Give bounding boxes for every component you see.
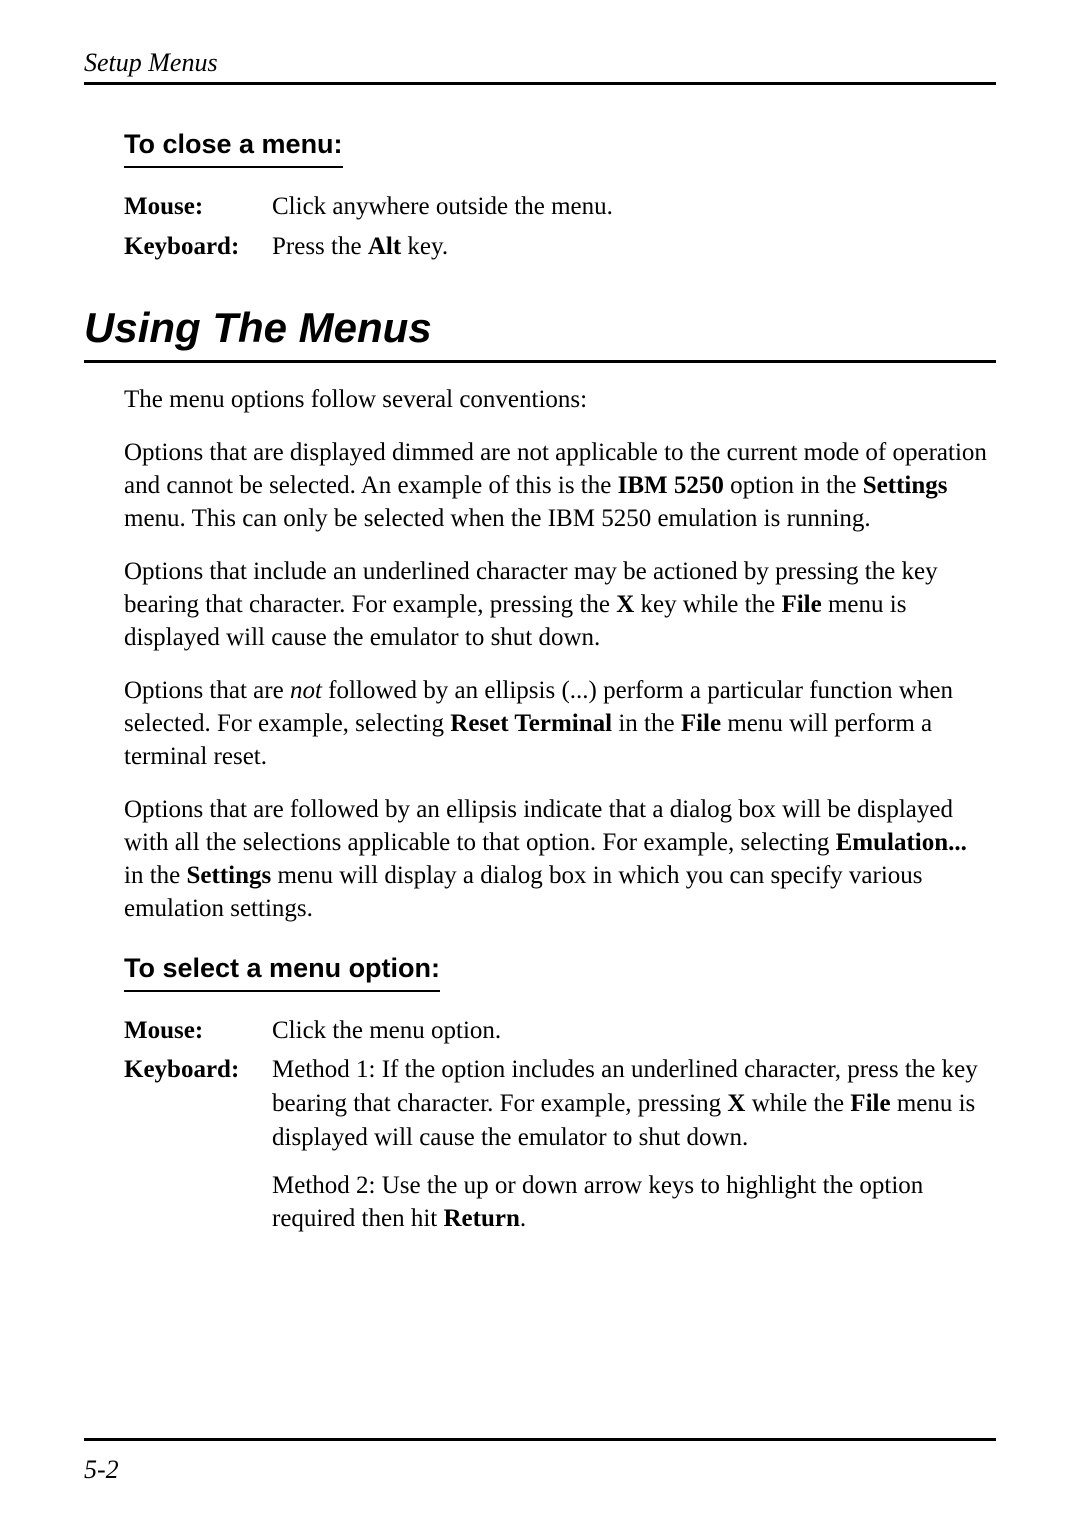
paragraph-dimmed: Options that are displayed dimmed are no…	[124, 436, 988, 535]
label-mouse: Mouse:	[124, 190, 254, 224]
text: Method 2: Use the up or down arrow keys …	[272, 1172, 923, 1233]
term-file: File	[781, 591, 821, 618]
paragraph-ellipsis: Options that are followed by an ellipsis…	[124, 793, 988, 925]
term-file: File	[681, 710, 721, 737]
text: while the	[745, 1090, 850, 1117]
term-not: not	[290, 677, 322, 704]
running-header: Setup Menus	[84, 48, 996, 85]
term-settings: Settings	[187, 862, 272, 889]
select-mouse-row: Mouse: Click the menu option.	[124, 1014, 988, 1048]
term-reset-terminal: Reset Terminal	[450, 710, 612, 737]
close-menu-keyboard-row: Keyboard: Press the Alt key.	[124, 230, 988, 264]
term-settings: Settings	[863, 472, 948, 499]
text: .	[520, 1205, 526, 1232]
body-mouse-close: Click anywhere outside the menu.	[272, 190, 988, 224]
body-keyboard-select: Method 1: If the option includes an unde…	[272, 1053, 988, 1236]
text: option in the	[724, 472, 863, 499]
text: Options that are	[124, 677, 290, 704]
text: key.	[401, 233, 448, 260]
text: Options that are followed by an ellipsis…	[124, 796, 953, 856]
term-ibm5250: IBM 5250	[618, 472, 724, 499]
key-alt: Alt	[368, 233, 401, 260]
close-menu-mouse-row: Mouse: Click anywhere outside the menu.	[124, 190, 988, 224]
subheading-close-menu: To close a menu:	[124, 129, 343, 168]
page-number: 5-2	[84, 1455, 119, 1485]
footer-rule	[84, 1438, 996, 1441]
method-1: Method 1: If the option includes an unde…	[272, 1053, 988, 1154]
paragraph-intro: The menu options follow several conventi…	[124, 383, 988, 416]
key-x: X	[616, 591, 634, 618]
body-mouse-select: Click the menu option.	[272, 1014, 988, 1048]
label-mouse: Mouse:	[124, 1014, 254, 1048]
paragraph-underlined: Options that include an underlined chara…	[124, 555, 988, 654]
select-keyboard-row: Keyboard: Method 1: If the option includ…	[124, 1053, 988, 1236]
document-page: Setup Menus To close a menu: Mouse: Clic…	[0, 0, 1080, 1282]
main-heading: Using The Menus	[84, 304, 996, 363]
key-x: X	[727, 1090, 745, 1117]
text: in the	[124, 862, 187, 889]
text: menu. This can only be selected when the…	[124, 505, 871, 532]
body-keyboard-close: Press the Alt key.	[272, 230, 988, 264]
term-file: File	[850, 1090, 890, 1117]
term-emulation: Emulation...	[836, 829, 967, 856]
label-keyboard: Keyboard:	[124, 1053, 254, 1236]
text: in the	[612, 710, 681, 737]
paragraph-no-ellipsis: Options that are not followed by an elli…	[124, 674, 988, 773]
text: key while the	[634, 591, 781, 618]
label-keyboard: Keyboard:	[124, 230, 254, 264]
method-2: Method 2: Use the up or down arrow keys …	[272, 1169, 988, 1237]
subheading-select-option: To select a menu option:	[124, 953, 440, 992]
content-area-body: The menu options follow several conventi…	[84, 383, 996, 1237]
key-return: Return	[443, 1205, 519, 1232]
content-area: To close a menu: Mouse: Click anywhere o…	[84, 121, 996, 264]
text: Press the	[272, 233, 368, 260]
